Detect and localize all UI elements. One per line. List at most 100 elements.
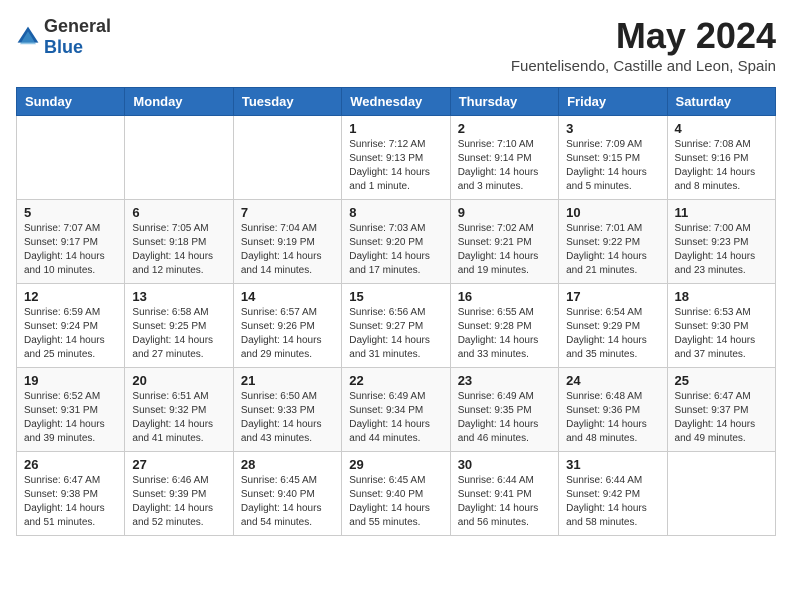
day-info: Sunrise: 6:44 AMSunset: 9:42 PMDaylight:…	[566, 474, 659, 530]
day-number: 2	[458, 121, 551, 136]
day-number: 3	[566, 121, 659, 136]
calendar-cell: 3 Sunrise: 7:09 AMSunset: 9:15 PMDaylight…	[559, 115, 667, 199]
logo: General Blue	[16, 16, 111, 58]
calendar-cell: 13 Sunrise: 6:58 AMSunset: 9:25 PMDayligh…	[125, 283, 233, 367]
calendar-week-row: 5Sunrise: 7:07 AMSunset: 9:17 PMDaylight…	[17, 199, 776, 283]
day-number: 14	[241, 289, 334, 304]
day-number: 10	[566, 205, 659, 220]
calendar-cell: 28 Sunrise: 6:45 AMSunset: 9:40 PMDayligh…	[233, 451, 341, 535]
day-number: 9	[458, 205, 551, 220]
day-number: 6	[132, 205, 225, 220]
day-info: Sunrise: 6:47 AMSunset: 9:37 PMDaylight:…	[675, 390, 768, 446]
day-number: 1	[349, 121, 442, 136]
calendar-day-header: Saturday	[667, 87, 775, 115]
title-area: May 2024 Fuentelisendo, Castille and Leo…	[511, 16, 776, 75]
calendar-cell	[17, 115, 125, 199]
calendar-cell: 16Sunrise: 6:55 AMSunset: 9:28 PMDayligh…	[450, 283, 558, 367]
day-number: 4	[675, 121, 768, 136]
day-info: Sunrise: 6:49 AMSunset: 9:34 PMDaylight:…	[349, 390, 442, 446]
main-title: May 2024	[511, 16, 776, 56]
logo-blue: Blue	[44, 37, 83, 57]
calendar-day-header: Thursday	[450, 87, 558, 115]
day-number: 19	[24, 373, 117, 388]
day-number: 20	[132, 373, 225, 388]
calendar-cell: 22 Sunrise: 6:49 AMSunset: 9:34 PMDayligh…	[342, 367, 450, 451]
day-info: Sunrise: 6:50 AMSunset: 9:33 PMDaylight:…	[241, 390, 334, 446]
calendar-cell: 1Sunrise: 7:12 AMSunset: 9:13 PMDaylight…	[342, 115, 450, 199]
day-info: Sunrise: 6:46 AMSunset: 9:39 PMDaylight:…	[132, 474, 225, 530]
calendar-cell: 7Sunrise: 7:04 AMSunset: 9:19 PMDaylight…	[233, 199, 341, 283]
calendar-cell	[233, 115, 341, 199]
calendar-cell: 26 Sunrise: 6:47 AMSunset: 9:38 PMDayligh…	[17, 451, 125, 535]
day-number: 25	[675, 373, 768, 388]
calendar-cell: 21 Sunrise: 6:50 AMSunset: 9:33 PMDayligh…	[233, 367, 341, 451]
day-number: 13	[132, 289, 225, 304]
logo-icon	[16, 25, 40, 49]
calendar: SundayMondayTuesdayWednesdayThursdayFrid…	[16, 87, 776, 536]
calendar-week-row: 12 Sunrise: 6:59 AMSunset: 9:24 PMDayligh…	[17, 283, 776, 367]
calendar-cell: 31Sunrise: 6:44 AMSunset: 9:42 PMDayligh…	[559, 451, 667, 535]
day-info: Sunrise: 6:59 AMSunset: 9:24 PMDaylight:…	[24, 306, 117, 362]
day-number: 28	[241, 457, 334, 472]
calendar-cell: 9 Sunrise: 7:02 AMSunset: 9:21 PMDaylight…	[450, 199, 558, 283]
day-number: 8	[349, 205, 442, 220]
day-info: Sunrise: 7:03 AMSunset: 9:20 PMDaylight:…	[349, 222, 442, 278]
day-number: 21	[241, 373, 334, 388]
calendar-cell	[667, 451, 775, 535]
calendar-cell: 24Sunrise: 6:48 AMSunset: 9:36 PMDayligh…	[559, 367, 667, 451]
day-info: Sunrise: 6:49 AMSunset: 9:35 PMDaylight:…	[458, 390, 551, 446]
day-info: Sunrise: 6:56 AMSunset: 9:27 PMDaylight:…	[349, 306, 442, 362]
day-number: 30	[458, 457, 551, 472]
day-info: Sunrise: 6:45 AMSunset: 9:40 PMDaylight:…	[349, 474, 442, 530]
day-info: Sunrise: 6:45 AMSunset: 9:40 PMDaylight:…	[241, 474, 334, 530]
calendar-cell	[125, 115, 233, 199]
day-info: Sunrise: 7:01 AMSunset: 9:22 PMDaylight:…	[566, 222, 659, 278]
calendar-week-row: 26 Sunrise: 6:47 AMSunset: 9:38 PMDayligh…	[17, 451, 776, 535]
day-info: Sunrise: 7:04 AMSunset: 9:19 PMDaylight:…	[241, 222, 334, 278]
calendar-cell: 20 Sunrise: 6:51 AMSunset: 9:32 PMDayligh…	[125, 367, 233, 451]
day-number: 15	[349, 289, 442, 304]
day-info: Sunrise: 7:07 AMSunset: 9:17 PMDaylight:…	[24, 222, 117, 278]
calendar-cell: 5Sunrise: 7:07 AMSunset: 9:17 PMDaylight…	[17, 199, 125, 283]
day-info: Sunrise: 7:10 AMSunset: 9:14 PMDaylight:…	[458, 138, 551, 194]
calendar-cell: 10 Sunrise: 7:01 AMSunset: 9:22 PMDayligh…	[559, 199, 667, 283]
day-number: 29	[349, 457, 442, 472]
day-info: Sunrise: 6:58 AMSunset: 9:25 PMDaylight:…	[132, 306, 225, 362]
day-info: Sunrise: 6:51 AMSunset: 9:32 PMDaylight:…	[132, 390, 225, 446]
day-info: Sunrise: 7:02 AMSunset: 9:21 PMDaylight:…	[458, 222, 551, 278]
day-number: 22	[349, 373, 442, 388]
calendar-week-row: 19 Sunrise: 6:52 AMSunset: 9:31 PMDayligh…	[17, 367, 776, 451]
calendar-cell: 4 Sunrise: 7:08 AMSunset: 9:16 PMDaylight…	[667, 115, 775, 199]
calendar-cell: 11Sunrise: 7:00 AMSunset: 9:23 PMDayligh…	[667, 199, 775, 283]
subtitle: Fuentelisendo, Castille and Leon, Spain	[511, 58, 776, 75]
calendar-cell: 30 Sunrise: 6:44 AMSunset: 9:41 PMDayligh…	[450, 451, 558, 535]
day-info: Sunrise: 7:08 AMSunset: 9:16 PMDaylight:…	[675, 138, 768, 194]
calendar-cell: 19 Sunrise: 6:52 AMSunset: 9:31 PMDayligh…	[17, 367, 125, 451]
day-info: Sunrise: 7:05 AMSunset: 9:18 PMDaylight:…	[132, 222, 225, 278]
calendar-cell: 12 Sunrise: 6:59 AMSunset: 9:24 PMDayligh…	[17, 283, 125, 367]
calendar-cell: 17Sunrise: 6:54 AMSunset: 9:29 PMDayligh…	[559, 283, 667, 367]
page-header: General Blue May 2024 Fuentelisendo, Cas…	[16, 16, 776, 75]
day-number: 26	[24, 457, 117, 472]
calendar-day-header: Tuesday	[233, 87, 341, 115]
day-number: 24	[566, 373, 659, 388]
day-info: Sunrise: 6:54 AMSunset: 9:29 PMDaylight:…	[566, 306, 659, 362]
day-info: Sunrise: 6:55 AMSunset: 9:28 PMDaylight:…	[458, 306, 551, 362]
calendar-day-header: Wednesday	[342, 87, 450, 115]
calendar-cell: 18Sunrise: 6:53 AMSunset: 9:30 PMDayligh…	[667, 283, 775, 367]
calendar-cell: 2 Sunrise: 7:10 AMSunset: 9:14 PMDaylight…	[450, 115, 558, 199]
day-info: Sunrise: 7:09 AMSunset: 9:15 PMDaylight:…	[566, 138, 659, 194]
calendar-day-header: Sunday	[17, 87, 125, 115]
day-info: Sunrise: 6:44 AMSunset: 9:41 PMDaylight:…	[458, 474, 551, 530]
day-info: Sunrise: 6:47 AMSunset: 9:38 PMDaylight:…	[24, 474, 117, 530]
calendar-cell: 6 Sunrise: 7:05 AMSunset: 9:18 PMDaylight…	[125, 199, 233, 283]
day-number: 12	[24, 289, 117, 304]
logo-general: General	[44, 16, 111, 36]
calendar-header-row: SundayMondayTuesdayWednesdayThursdayFrid…	[17, 87, 776, 115]
calendar-cell: 8 Sunrise: 7:03 AMSunset: 9:20 PMDaylight…	[342, 199, 450, 283]
day-info: Sunrise: 6:57 AMSunset: 9:26 PMDaylight:…	[241, 306, 334, 362]
calendar-cell: 29 Sunrise: 6:45 AMSunset: 9:40 PMDayligh…	[342, 451, 450, 535]
logo-text: General Blue	[44, 16, 111, 58]
day-info: Sunrise: 6:52 AMSunset: 9:31 PMDaylight:…	[24, 390, 117, 446]
calendar-day-header: Monday	[125, 87, 233, 115]
